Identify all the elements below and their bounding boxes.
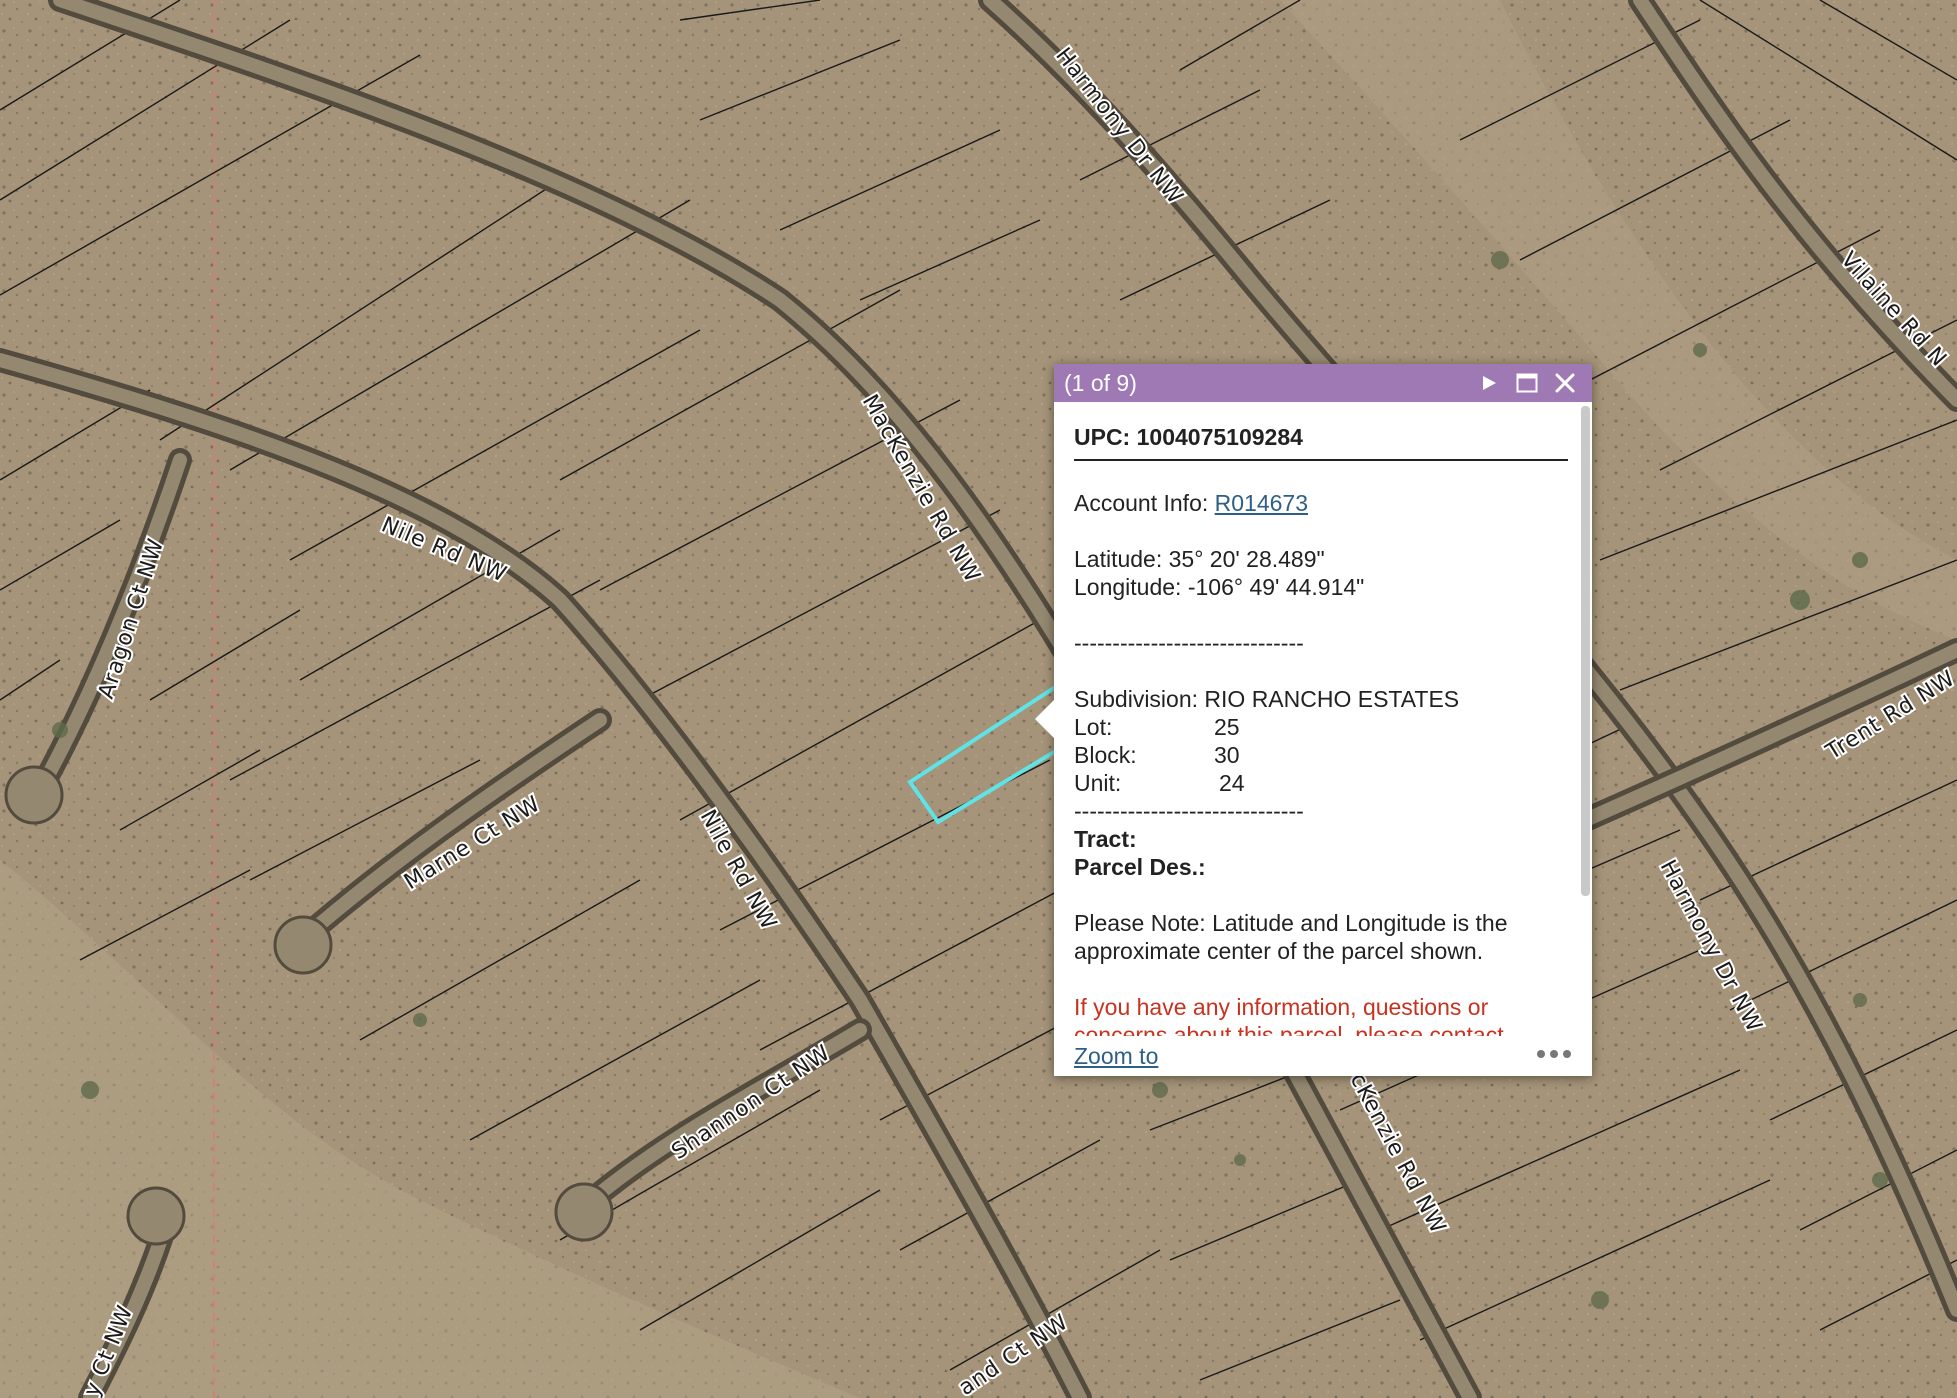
block-field: Block: 30: [1074, 741, 1568, 769]
play-icon: [1483, 376, 1496, 390]
next-feature-button[interactable]: [1472, 366, 1506, 400]
upc-field: UPC: 1004075109284: [1074, 423, 1568, 461]
parcel-description-label: Parcel Des.:: [1074, 854, 1206, 880]
unit-field: Unit: 24: [1074, 769, 1568, 797]
popup-footer: Zoom to: [1054, 1036, 1592, 1076]
account-info: Account Info: R014673: [1074, 489, 1568, 517]
ellipsis-icon: [1537, 1050, 1571, 1058]
unit-label: Unit:: [1074, 770, 1122, 796]
popup-content: UPC: 1004075109284 Account Info: R014673…: [1054, 402, 1592, 1036]
latitude-field: Latitude: 35° 20' 28.489": [1074, 546, 1325, 572]
popup-pointer: [1035, 699, 1055, 739]
block-value: 30: [1214, 742, 1240, 768]
lot-field: Lot: 25: [1074, 713, 1568, 741]
close-icon: [1555, 373, 1575, 393]
separator: ------------------------------: [1074, 798, 1304, 824]
separator: ------------------------------: [1074, 630, 1304, 656]
block-label: Block:: [1074, 742, 1137, 768]
parcel-popup[interactable]: (1 of 9) UPC: 1004075109284 Account Info…: [1035, 364, 1592, 1076]
maximize-button[interactable]: [1510, 366, 1544, 400]
tract-label: Tract:: [1074, 826, 1137, 852]
popup-counter: (1 of 9): [1064, 369, 1137, 396]
account-link[interactable]: R014673: [1215, 490, 1308, 516]
zoom-to-link[interactable]: Zoom to: [1074, 1043, 1536, 1070]
popup-header: (1 of 9): [1054, 364, 1592, 402]
close-button[interactable]: [1548, 366, 1582, 400]
maximize-icon: [1516, 373, 1538, 393]
unit-value: 24: [1219, 770, 1245, 796]
account-label: Account Info:: [1074, 490, 1215, 516]
contact-warning: If you have any information, questions o…: [1074, 994, 1504, 1036]
map-canvas[interactable]: Harmony Dr NW Vilaine Rd N MacKenzie Rd …: [0, 0, 1957, 1398]
subdivision-field: Subdivision: RIO RANCHO ESTATES: [1074, 686, 1460, 712]
coordinates-note: Please Note: Latitude and Longitude is t…: [1074, 910, 1508, 964]
popup-scrollbar[interactable]: [1581, 406, 1590, 896]
lot-value: 25: [1214, 714, 1240, 740]
more-actions-button[interactable]: [1536, 1047, 1572, 1065]
longitude-field: Longitude: -106° 49' 44.914": [1074, 574, 1365, 600]
lot-label: Lot:: [1074, 714, 1113, 740]
